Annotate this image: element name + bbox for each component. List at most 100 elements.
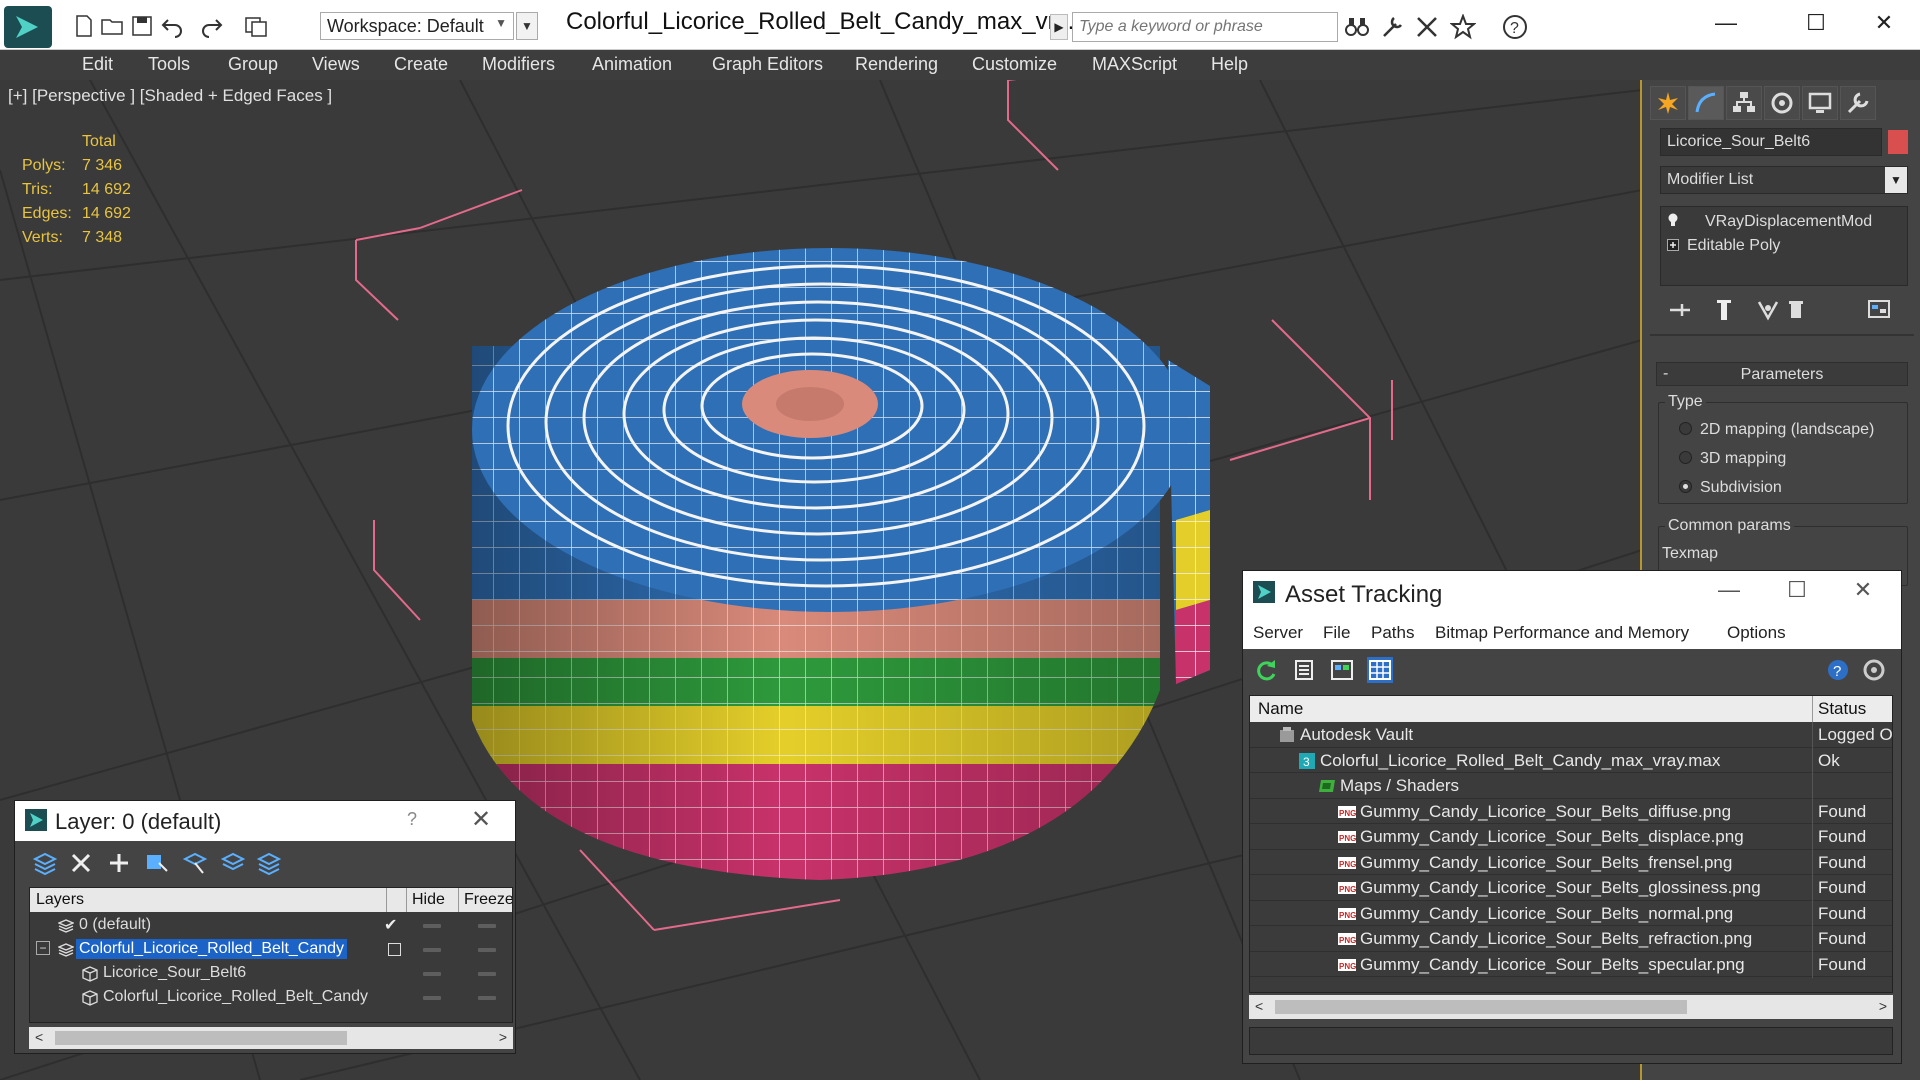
- menu-graph-editors[interactable]: Graph Editors: [712, 54, 823, 75]
- scroll-left-icon[interactable]: <: [35, 1029, 43, 1045]
- modifier-stack-item[interactable]: VRayDisplacementMod: [1667, 213, 1872, 231]
- asset-row[interactable]: PNG Gummy_Candy_Licorice_Sour_Belts_norm…: [1250, 900, 1892, 927]
- expand-plus-icon[interactable]: [1667, 238, 1679, 251]
- binoculars-icon[interactable]: [1344, 14, 1370, 40]
- vault-settings-icon[interactable]: [1861, 657, 1887, 683]
- menu-animation[interactable]: Animation: [592, 54, 672, 75]
- hide-toggle[interactable]: [423, 996, 441, 1000]
- help-button[interactable]: ?: [407, 809, 417, 830]
- minimize-button[interactable]: —: [1708, 8, 1744, 38]
- freeze-toggle[interactable]: [478, 948, 496, 952]
- close-button[interactable]: ✕: [471, 805, 491, 834]
- menu-file[interactable]: File: [1323, 623, 1350, 643]
- scrollbar-thumb[interactable]: [55, 1031, 347, 1045]
- delete-layer-icon[interactable]: [67, 849, 95, 877]
- add-selection-icon[interactable]: [143, 849, 171, 877]
- modifier-list-dropdown[interactable]: Modifier List ▼: [1660, 166, 1908, 194]
- lightbulb-icon[interactable]: [1667, 213, 1679, 226]
- maximize-button[interactable]: ☐: [1798, 8, 1834, 38]
- modifier-stack-item[interactable]: Editable Poly: [1667, 237, 1780, 255]
- column-header-hide[interactable]: Hide: [412, 891, 445, 909]
- dialog-titlebar[interactable]: Asset Tracking — ☐ ✕: [1243, 571, 1901, 615]
- thumbnail-view-icon[interactable]: [1329, 657, 1355, 683]
- dialog-titlebar[interactable]: Layer: 0 (default) ? ✕: [15, 801, 515, 841]
- asset-row[interactable]: PNG Gummy_Candy_Licorice_Sour_Belts_disp…: [1250, 824, 1892, 850]
- new-file-icon[interactable]: [72, 14, 96, 38]
- layer-row[interactable]: Colorful_Licorice_Rolled_Belt_Candy: [30, 986, 512, 1010]
- remove-modifier-icon[interactable]: [1782, 296, 1810, 324]
- menu-paths[interactable]: Paths: [1371, 623, 1414, 643]
- save-file-icon[interactable]: [130, 14, 154, 38]
- asset-row[interactable]: PNG Gummy_Candy_Licorice_Sour_Belts_refr…: [1250, 926, 1892, 952]
- viewport-label[interactable]: [+] [Perspective ] [Shaded + Edged Faces…: [8, 86, 332, 106]
- layer-name[interactable]: Colorful_Licorice_Rolled_Belt_Candy: [76, 939, 348, 959]
- menu-create[interactable]: Create: [394, 54, 448, 75]
- tab-display[interactable]: [1802, 86, 1838, 120]
- menu-bitmap-performance[interactable]: Bitmap Performance and Memory: [1435, 623, 1689, 643]
- layer-row[interactable]: − Colorful_Licorice_Rolled_Belt_Candy: [30, 938, 512, 962]
- radio-subdivision[interactable]: Subdivision: [1679, 479, 1782, 497]
- layer-row[interactable]: Licorice_Sour_Belt6: [30, 962, 512, 986]
- object-name[interactable]: Licorice_Sour_Belt6: [100, 963, 249, 983]
- scroll-right-icon[interactable]: >: [499, 1029, 507, 1045]
- show-end-result-icon[interactable]: [1710, 296, 1738, 324]
- menu-modifiers[interactable]: Modifiers: [482, 54, 555, 75]
- checkmark-icon[interactable]: ✔: [384, 915, 397, 935]
- menu-server[interactable]: Server: [1253, 623, 1303, 643]
- hide-toggle[interactable]: [423, 924, 441, 928]
- menu-help[interactable]: Help: [1211, 54, 1248, 75]
- freeze-toggle[interactable]: [478, 996, 496, 1000]
- asset-row[interactable]: Autodesk Vault Logged O: [1250, 722, 1892, 748]
- app-menu-button[interactable]: [4, 6, 52, 48]
- workspace-select[interactable]: Workspace: Default ▼: [320, 12, 514, 40]
- add-layer-icon[interactable]: [105, 849, 133, 877]
- close-button[interactable]: ✕: [1866, 8, 1902, 38]
- workspace-menu-button[interactable]: ▼: [516, 12, 538, 40]
- table-view-icon[interactable]: [1367, 657, 1393, 683]
- menu-tools[interactable]: Tools: [148, 54, 190, 75]
- asset-row[interactable]: Maps / Shaders: [1250, 773, 1892, 799]
- tab-hierarchy[interactable]: [1726, 86, 1762, 120]
- column-header-layers[interactable]: Layers: [36, 891, 84, 909]
- undo-icon[interactable]: [160, 14, 184, 38]
- freeze-toggle[interactable]: [478, 924, 496, 928]
- radio-icon[interactable]: [1679, 480, 1692, 493]
- scroll-right-icon[interactable]: >: [1879, 998, 1887, 1014]
- minimize-button[interactable]: —: [1709, 577, 1749, 603]
- parameters-rollout-header[interactable]: - Parameters: [1656, 362, 1908, 386]
- current-layer-checkbox[interactable]: [388, 943, 401, 956]
- layer-row[interactable]: 0 (default) ✔: [30, 914, 512, 938]
- tab-create[interactable]: [1650, 86, 1686, 120]
- layers-stack-icon[interactable]: [31, 849, 59, 877]
- open-file-icon[interactable]: [100, 14, 124, 38]
- object-name[interactable]: Colorful_Licorice_Rolled_Belt_Candy: [100, 987, 371, 1007]
- radio-icon[interactable]: [1679, 451, 1692, 464]
- expand-arrow-icon[interactable]: ▶: [1050, 14, 1068, 40]
- column-header-status[interactable]: Status: [1818, 699, 1866, 719]
- make-unique-icon[interactable]: [1754, 296, 1782, 324]
- hide-toggle[interactable]: [423, 972, 441, 976]
- menu-customize[interactable]: Customize: [972, 54, 1057, 75]
- asset-row[interactable]: PNG Gummy_Candy_Licorice_Sour_Belts_diff…: [1250, 798, 1892, 825]
- collapse-icon[interactable]: −: [36, 941, 50, 955]
- menu-group[interactable]: Group: [228, 54, 278, 75]
- asset-row[interactable]: PNG Gummy_Candy_Licorice_Sour_Belts_spec…: [1250, 951, 1892, 978]
- maximize-button[interactable]: ☐: [1777, 577, 1817, 603]
- horizontal-scrollbar[interactable]: < >: [29, 1027, 513, 1049]
- tools-icon[interactable]: [1380, 14, 1406, 40]
- pin-stack-icon[interactable]: [1666, 296, 1694, 324]
- object-color-swatch[interactable]: [1888, 130, 1908, 154]
- list-view-icon[interactable]: [1291, 657, 1317, 683]
- menu-rendering[interactable]: Rendering: [855, 54, 938, 75]
- scroll-left-icon[interactable]: <: [1255, 998, 1263, 1014]
- asset-row[interactable]: PNG Gummy_Candy_Licorice_Sour_Belts_fren…: [1250, 849, 1892, 876]
- chevron-down-icon[interactable]: ▼: [1885, 167, 1907, 193]
- scrollbar-thumb[interactable]: [1275, 1000, 1687, 1014]
- layer-name[interactable]: 0 (default): [76, 915, 154, 935]
- close-button[interactable]: ✕: [1843, 577, 1883, 603]
- menu-maxscript[interactable]: MAXScript: [1092, 54, 1177, 75]
- column-header-freeze[interactable]: Freeze: [464, 891, 512, 909]
- redo-icon[interactable]: [200, 14, 224, 38]
- tab-motion[interactable]: [1764, 86, 1800, 120]
- radio-3d-mapping[interactable]: 3D mapping: [1679, 450, 1786, 468]
